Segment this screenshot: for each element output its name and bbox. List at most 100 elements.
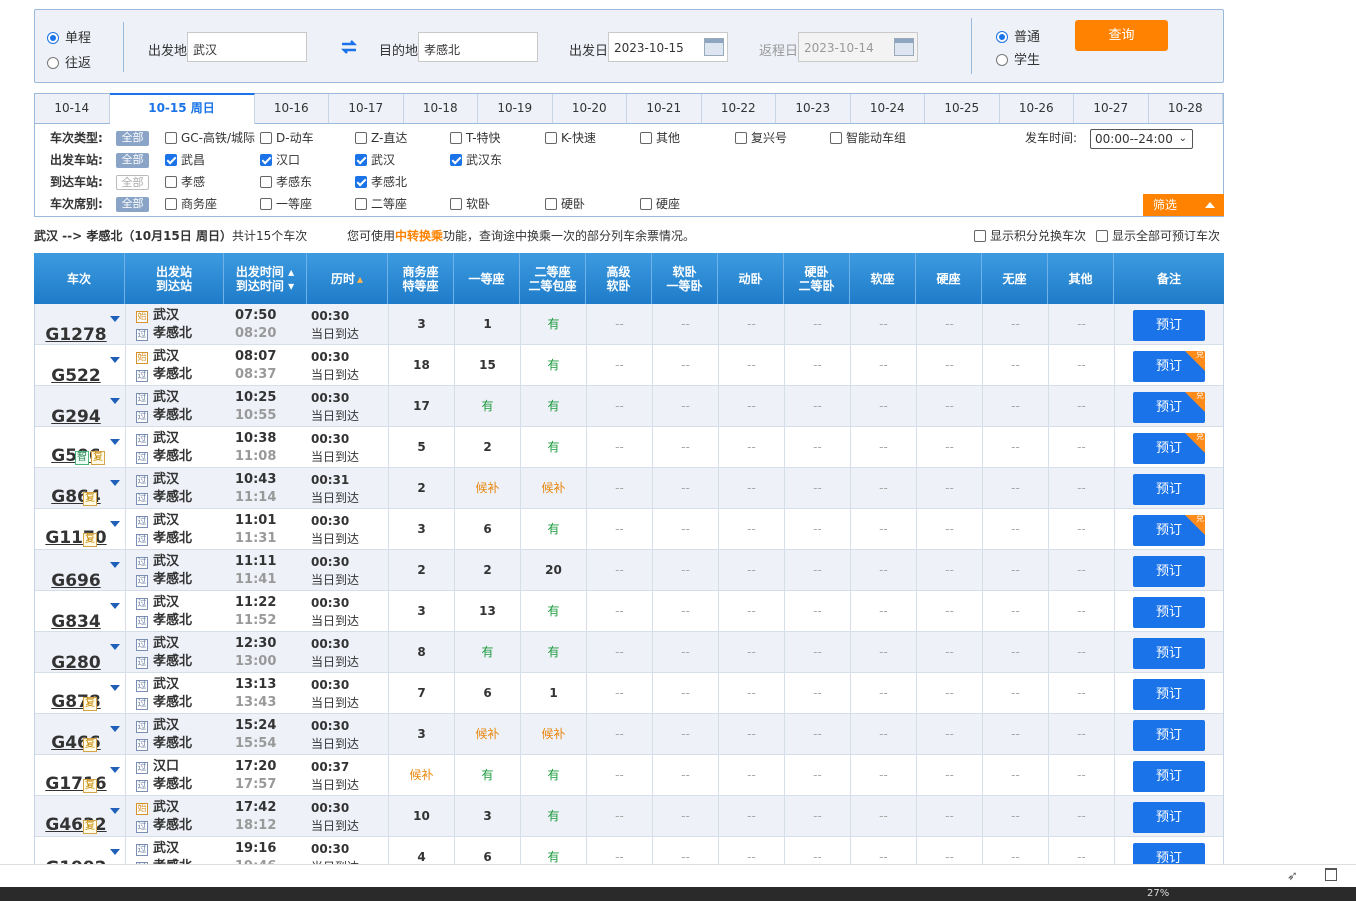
from-station[interactable]: 武汉 [153,677,179,693]
filter-checkbox[interactable]: 武昌 [165,149,205,171]
seat-availability[interactable]: 6 [483,850,491,864]
expand-arrow-icon[interactable] [110,808,120,814]
from-station[interactable]: 汉口 [153,759,179,775]
filter-checkbox[interactable]: 汉口 [260,149,300,171]
filter-checkbox[interactable]: 一等座 [260,193,312,215]
filter-checkbox[interactable]: T-特快 [450,127,501,149]
from-station[interactable]: 武汉 [153,308,179,324]
to-station[interactable]: 孝感北 [153,531,192,547]
filter-checkbox[interactable]: 孝感 [165,171,205,193]
seat-availability[interactable]: 10 [413,809,430,823]
date-tab[interactable]: 10-20 [553,94,627,123]
seat-availability[interactable]: 有 [547,358,559,372]
seat-availability[interactable]: 1 [483,317,491,331]
rocket-icon[interactable]: ➶ [1287,869,1298,884]
trip-roundtrip-radio[interactable]: 往返 [47,52,91,71]
seat-availability[interactable]: 有 [481,768,493,782]
filter-seat-all-button[interactable]: 全部 [116,197,149,212]
filter-checkbox[interactable]: 硬卧 [545,193,585,215]
expand-arrow-icon[interactable] [110,603,120,609]
to-station[interactable]: 孝感北 [153,449,192,465]
filter-checkbox[interactable]: 二等座 [355,193,407,215]
filter-checkbox[interactable]: GC-高铁/城际 [165,127,255,149]
to-station[interactable]: 孝感北 [153,367,192,383]
from-station[interactable]: 武汉 [153,431,179,447]
expand-arrow-icon[interactable] [110,767,120,773]
date-tab[interactable]: 10-25 [925,94,1000,123]
calendar-icon[interactable] [894,38,914,56]
transfer-link[interactable]: 中转换乘 [395,229,443,243]
book-button[interactable]: 预订 [1133,843,1205,864]
from-station[interactable]: 武汉 [153,800,179,816]
date-tab[interactable]: 10-28 [1149,94,1223,123]
date-tab[interactable]: 10-24 [851,94,925,123]
to-station[interactable]: 孝感北 [153,777,192,793]
from-station[interactable]: 武汉 [153,349,179,365]
seat-availability[interactable]: 2 [417,563,425,577]
filter-arr-all-button[interactable]: 全部 [116,175,149,190]
filter-checkbox[interactable]: D-动车 [260,127,314,149]
filter-checkbox[interactable]: 其他 [640,127,680,149]
seat-availability[interactable]: 有 [547,645,559,659]
seat-availability[interactable]: 3 [417,604,425,618]
seat-availability[interactable]: 候补 [475,727,499,741]
to-station[interactable]: 孝感北 [153,695,192,711]
filter-checkbox[interactable]: 复兴号 [735,127,787,149]
trip-oneway-radio[interactable]: 单程 [47,27,91,46]
filter-checkbox[interactable]: Z-直达 [355,127,407,149]
seat-availability[interactable]: 候补 [541,727,565,741]
from-station[interactable]: 武汉 [153,636,179,652]
date-tab[interactable]: 10-22 [702,94,776,123]
filter-checkbox[interactable]: 孝感北 [355,171,407,193]
date-tab[interactable]: 10-17 [329,94,404,123]
col-time[interactable]: 出发时间 ▴ 到达时间 ▾ [224,253,307,304]
to-station[interactable]: 孝感北 [153,818,192,834]
expand-arrow-icon[interactable] [110,480,120,486]
passenger-normal-radio[interactable]: 普通 [996,26,1040,45]
seat-availability[interactable]: 有 [547,850,559,864]
seat-availability[interactable]: 6 [483,686,491,700]
book-button[interactable]: 预订 [1133,679,1205,710]
seat-availability[interactable]: 18 [413,358,430,372]
book-button[interactable]: 预订 [1133,474,1205,505]
passenger-student-radio[interactable]: 学生 [996,49,1040,68]
from-station[interactable]: 武汉 [153,513,179,529]
date-tab[interactable]: 10-18 [404,94,478,123]
date-tab[interactable]: 10-27 [1074,94,1149,123]
trash-icon[interactable] [1325,868,1337,881]
expand-arrow-icon[interactable] [110,562,120,568]
seat-availability[interactable]: 候补 [475,481,499,495]
calendar-icon[interactable] [704,38,724,56]
expand-arrow-icon[interactable] [110,685,120,691]
filter-checkbox[interactable]: 硬座 [640,193,680,215]
date-tab[interactable]: 10-21 [627,94,702,123]
from-station[interactable]: 武汉 [153,595,179,611]
to-station[interactable]: 孝感北 [153,408,192,424]
seat-availability[interactable]: 3 [417,522,425,536]
seat-availability[interactable]: 8 [417,645,425,659]
seat-availability[interactable]: 有 [547,399,559,413]
seat-availability[interactable]: 有 [547,604,559,618]
expand-arrow-icon[interactable] [110,316,120,322]
seat-availability[interactable]: 有 [547,809,559,823]
filter-checkbox[interactable]: 商务座 [165,193,217,215]
show-all-option[interactable]: 显示全部可预订车次 [1096,227,1220,245]
seat-availability[interactable]: 有 [547,522,559,536]
book-button[interactable]: 预订 兑 [1133,433,1205,464]
expand-arrow-icon[interactable] [110,439,120,445]
to-input[interactable]: 孝感北 [418,32,538,62]
to-station[interactable]: 孝感北 [153,654,192,670]
filter-type-all-button[interactable]: 全部 [116,131,149,146]
expand-arrow-icon[interactable] [110,357,120,363]
to-station[interactable]: 孝感北 [153,736,192,752]
from-station[interactable]: 武汉 [153,841,179,857]
from-input[interactable]: 武汉 [187,32,307,62]
seat-availability[interactable]: 2 [417,481,425,495]
expand-arrow-icon[interactable] [110,726,120,732]
seat-availability[interactable]: 2 [483,440,491,454]
book-button[interactable]: 预订 [1133,720,1205,751]
to-station[interactable]: 孝感北 [153,613,192,629]
from-station[interactable]: 武汉 [153,472,179,488]
seat-availability[interactable]: 候补 [409,768,433,782]
expand-arrow-icon[interactable] [110,521,120,527]
